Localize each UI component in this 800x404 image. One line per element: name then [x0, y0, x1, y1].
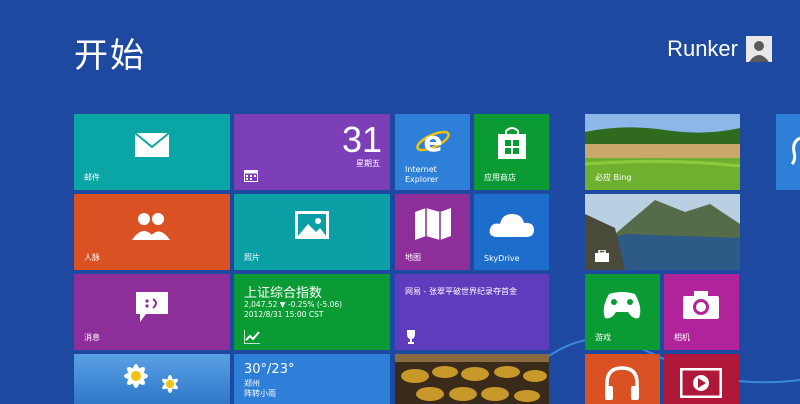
tile-travel[interactable] — [585, 194, 740, 270]
photos-icon — [294, 210, 330, 240]
weather-temperature: 30°/23° — [244, 362, 295, 377]
tile-photos[interactable]: 照片 — [234, 194, 390, 270]
tile-store-label: 应用商店 — [484, 173, 516, 182]
tile-video[interactable] — [664, 354, 739, 404]
finance-quote: 2,047.52 ▼ -0.25% (-5.06) — [244, 300, 343, 309]
tile-partial-right[interactable] — [776, 114, 800, 190]
tile-ie-label-1: Internet — [405, 165, 437, 174]
calendar-weekday: 星期五 — [356, 159, 380, 168]
tile-photos-label: 照片 — [244, 253, 260, 262]
tile-messaging-label: 消息 — [84, 333, 100, 342]
maps-icon — [413, 208, 453, 240]
skydrive-cloud-icon — [488, 210, 536, 238]
tile-maps[interactable]: 地图 — [395, 194, 470, 270]
avatar — [746, 36, 772, 62]
tile-people-label: 人脉 — [84, 253, 100, 262]
svg-text:e: e — [424, 125, 443, 158]
user-account[interactable]: Runker — [667, 36, 772, 62]
video-play-icon — [680, 368, 722, 398]
mail-icon — [134, 132, 170, 158]
tile-calendar[interactable]: 31 星期五 — [234, 114, 390, 190]
camera-icon — [682, 290, 720, 320]
tile-games-label: 游戏 — [595, 333, 611, 342]
partial-tile-icon — [790, 136, 800, 166]
tile-music[interactable] — [585, 354, 660, 404]
internet-explorer-icon: e — [415, 124, 451, 158]
tile-finance[interactable]: 上证综合指数 2,047.52 ▼ -0.25% (-5.06) 2012/8/… — [234, 274, 390, 350]
user-name: Runker — [667, 36, 738, 61]
tile-desktop[interactable] — [74, 354, 230, 404]
finance-chart-icon — [244, 330, 260, 344]
store-bag-icon — [496, 126, 528, 160]
xbox-controller-icon — [601, 290, 643, 320]
tile-mail-label: 邮件 — [84, 173, 100, 182]
tile-skydrive-label: SkyDrive — [484, 254, 520, 263]
food-photo-image — [395, 354, 549, 402]
tile-camera[interactable]: 相机 — [664, 274, 739, 350]
daisy-flower-image — [124, 364, 178, 393]
tile-weather[interactable]: 30°/23° 郑州 阵转小雨 — [234, 354, 390, 404]
tile-maps-label: 地图 — [405, 253, 421, 262]
finance-index-name: 上证综合指数 — [244, 286, 323, 301]
tile-messaging[interactable]: 消息 — [74, 274, 230, 350]
trophy-icon — [405, 330, 417, 344]
people-icon — [130, 210, 172, 242]
start-title: 开始 — [74, 36, 146, 76]
tile-skydrive[interactable]: SkyDrive — [474, 194, 549, 270]
calendar-day-number: 31 — [341, 119, 382, 160]
tile-bing[interactable]: 必应 Bing — [585, 114, 740, 190]
tile-ie-label-2: Explorer — [405, 175, 439, 184]
tile-people[interactable]: 人脉 — [74, 194, 230, 270]
tile-internet-explorer[interactable]: e Internet Explorer — [395, 114, 470, 190]
tile-sports-news[interactable]: 网易 - 张翠平破世界纪录夺首金 — [395, 274, 549, 350]
tile-games[interactable]: 游戏 — [585, 274, 660, 350]
weather-condition: 阵转小雨 — [244, 389, 276, 398]
tile-food-photo[interactable] — [395, 354, 549, 404]
sports-headline: 网易 - 张翠平破世界纪录夺首金 — [405, 287, 517, 296]
tile-bing-label: 必应 Bing — [595, 173, 632, 182]
messaging-icon — [134, 290, 170, 324]
travel-suitcase-icon — [595, 250, 609, 262]
tile-camera-label: 相机 — [674, 333, 690, 342]
headphones-icon — [603, 364, 641, 400]
calendar-icon — [244, 170, 258, 182]
tile-store[interactable]: 应用商店 — [474, 114, 549, 190]
tile-mail[interactable]: 邮件 — [74, 114, 230, 190]
finance-timestamp: 2012/8/31 15:00 CST — [244, 310, 324, 319]
